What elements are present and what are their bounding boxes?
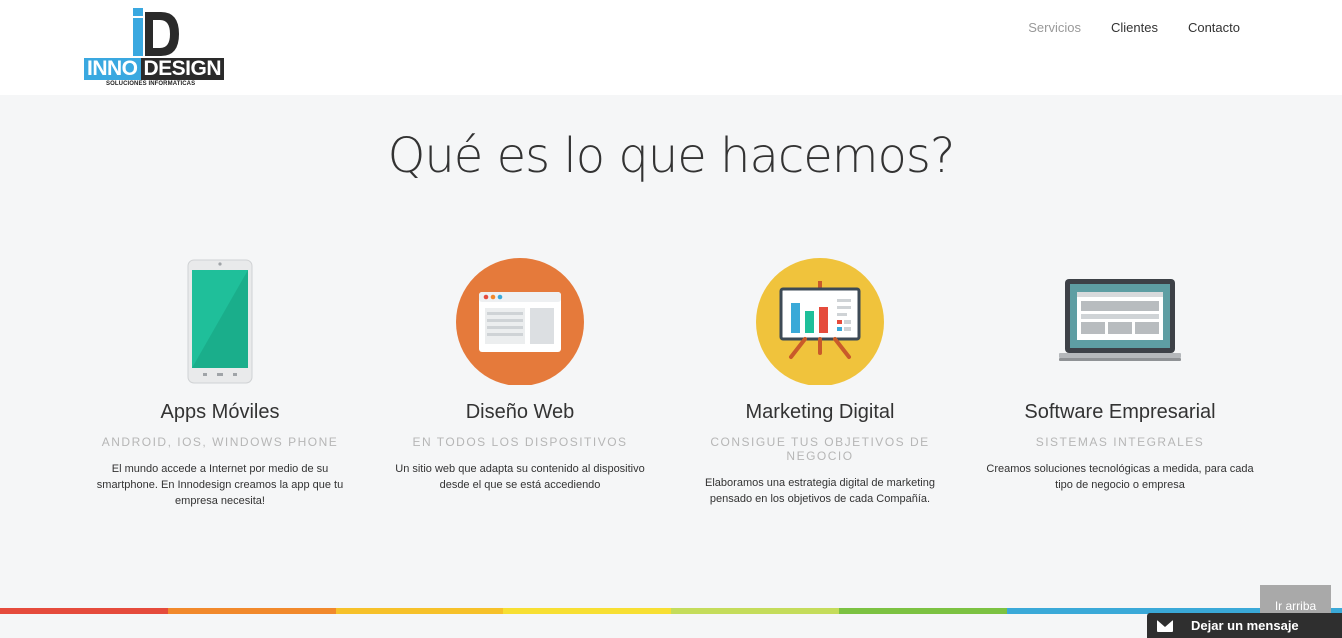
- service-description: Un sitio web que adapta su contenido al …: [395, 463, 645, 491]
- browser-window-icon: [455, 255, 585, 386]
- logo-wordmark: INNO DESIGN: [84, 58, 225, 80]
- service-description: El mundo accede a Internet por medio de …: [96, 463, 344, 507]
- service-tagline: EN TODOS LOS DISPOSITIVOS: [412, 435, 628, 449]
- service-tagline: ANDROID, IOS, WINDOWS PHONE: [101, 435, 339, 449]
- logo-word-design: DESIGN: [140, 58, 225, 80]
- smartphone-icon: [155, 255, 285, 385]
- service-description: Creamos soluciones tecnológicas a medida…: [986, 463, 1254, 491]
- service-name: Software Empresarial: [1024, 401, 1216, 423]
- leave-message-label: Dejar un mensaje: [1191, 618, 1299, 633]
- service-card-web: Diseño Web EN TODOS LOS DISPOSITIVOS Un …: [385, 255, 655, 493]
- nav-link-servicios[interactable]: Servicios: [1028, 20, 1081, 36]
- presentation-chart-icon: [755, 255, 885, 386]
- stripe-segment: [838, 608, 1007, 614]
- stripe-segment: [0, 608, 168, 614]
- service-name: Diseño Web: [465, 401, 575, 423]
- service-tagline: CONSIGUE TUS OBJETIVOS DE NEGOCIO: [710, 435, 930, 463]
- leave-message-button[interactable]: Dejar un mensaje: [1147, 613, 1342, 638]
- stripe-segment: [671, 608, 839, 614]
- logo-mark-icon: [133, 8, 179, 56]
- service-card-software: Software Empresarial SISTEMAS INTEGRALES…: [985, 255, 1255, 493]
- logo[interactable]: INNO DESIGN SOLUCIONES INFORMATICAS: [84, 8, 236, 88]
- main-nav: Servicios Clientes Contacto: [1028, 20, 1240, 36]
- nav-link-contacto[interactable]: Contacto: [1188, 20, 1240, 36]
- service-description: Elaboramos una estrategia digital de mar…: [705, 477, 935, 505]
- stripe-segment: [503, 608, 671, 614]
- page-title: Qué es lo que hacemos?: [387, 128, 956, 184]
- color-stripe: [0, 608, 1342, 614]
- service-name: Apps Móviles: [160, 401, 280, 423]
- logo-subtitle: SOLUCIONES INFORMATICAS: [106, 81, 196, 87]
- nav-link-clientes[interactable]: Clientes: [1111, 20, 1158, 36]
- service-name: Marketing Digital: [745, 401, 895, 423]
- stripe-segment: [167, 608, 336, 614]
- laptop-icon: [1055, 255, 1185, 385]
- stripe-segment: [335, 608, 504, 614]
- site-header: INNO DESIGN SOLUCIONES INFORMATICAS Serv…: [0, 0, 1342, 95]
- service-card-apps: Apps Móviles ANDROID, IOS, WINDOWS PHONE…: [85, 255, 355, 509]
- logo-word-inno: INNO: [84, 58, 141, 80]
- envelope-icon: [1157, 619, 1173, 632]
- service-tagline: SISTEMAS INTEGRALES: [1035, 435, 1205, 449]
- service-card-marketing: Marketing Digital CONSIGUE TUS OBJETIVOS…: [685, 255, 955, 507]
